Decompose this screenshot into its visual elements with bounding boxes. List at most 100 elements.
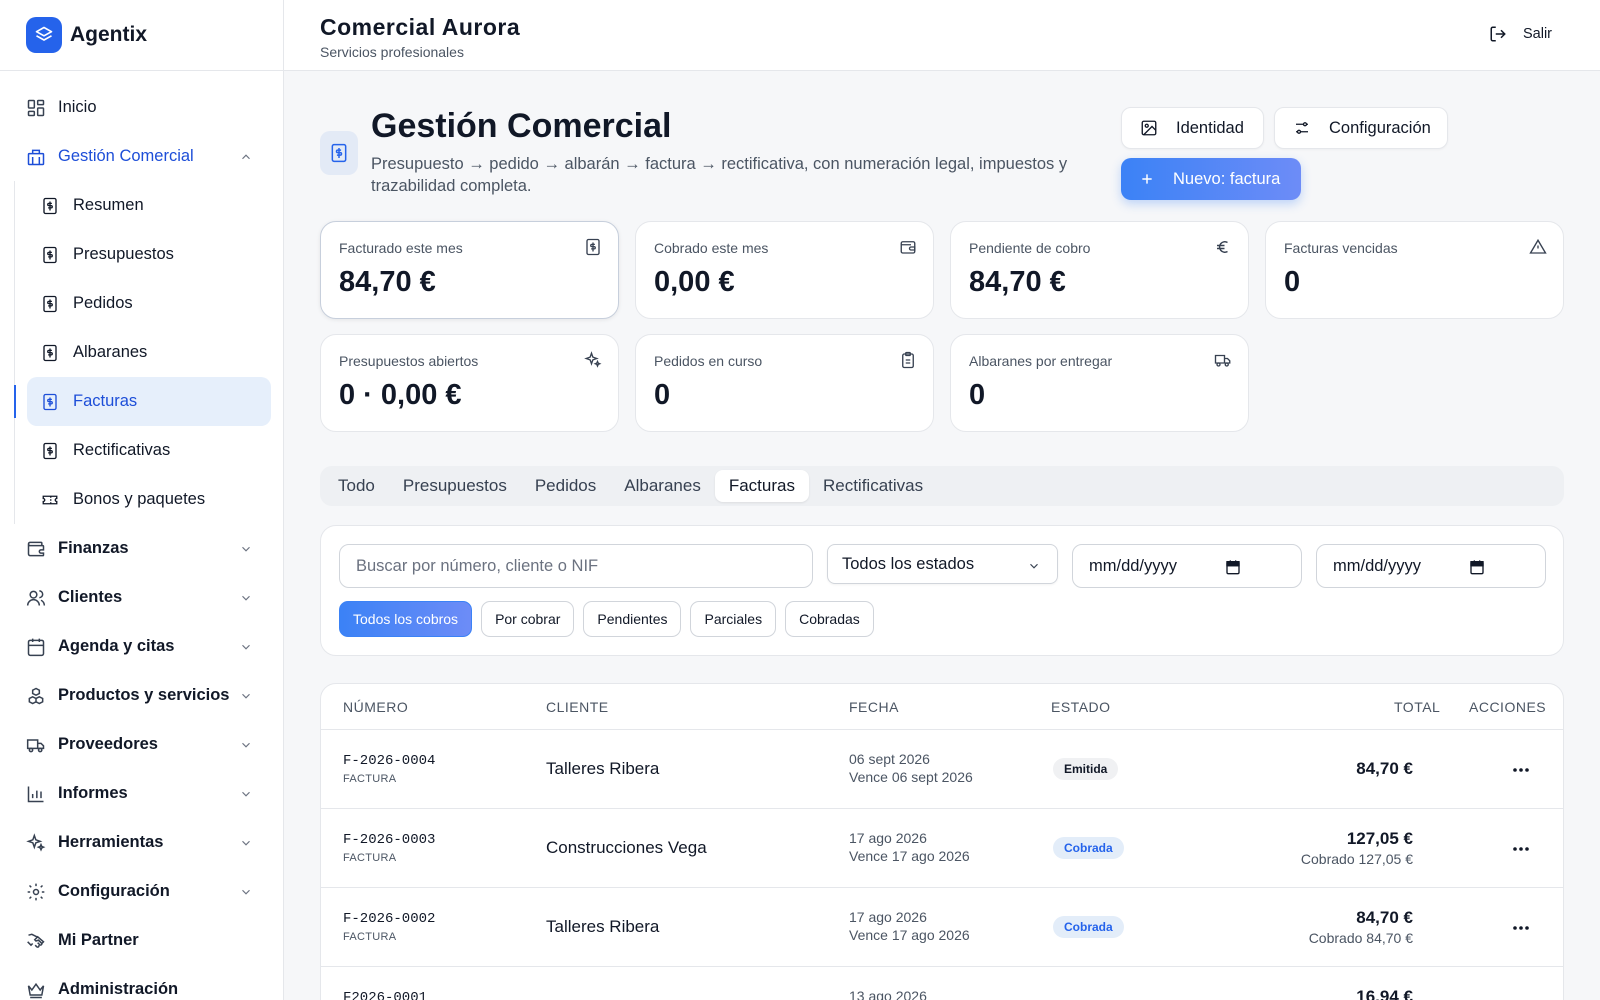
identity-button[interactable]: Identidad: [1121, 107, 1264, 149]
stat-card-presupuestos[interactable]: Presupuestos abiertos 0 · 0,00 €: [320, 334, 619, 432]
column-header-estado[interactable]: ESTADO: [1051, 699, 1111, 715]
truck-icon: [1214, 351, 1232, 369]
sidebar-item-mi-partner[interactable]: Mi Partner: [0, 916, 283, 965]
status-select[interactable]: Todos los estados: [827, 544, 1058, 584]
doc-total: 16,94 €: [1356, 987, 1413, 1000]
sidebar-item-proveedores[interactable]: Proveedores: [0, 720, 283, 769]
stat-value: 0: [969, 379, 986, 411]
chip-parciales[interactable]: Parciales: [690, 601, 777, 637]
sidebar-item-label: Rectificativas: [73, 441, 171, 459]
column-header-cliente[interactable]: CLIENTE: [546, 699, 609, 715]
sidebar-item-resumen[interactable]: Resumen: [27, 181, 271, 230]
sidebar-item-configuracion[interactable]: Configuración: [0, 867, 283, 916]
users-icon: [26, 588, 46, 608]
doc-number[interactable]: F-2026-0004: [343, 753, 435, 769]
table-row[interactable]: F-2026-0002 FACTURA Talleres Ribera 17 a…: [321, 888, 1563, 967]
date-to-value: mm/dd/yyyy: [1333, 556, 1422, 575]
sidebar-item-herramientas[interactable]: Herramientas: [0, 818, 283, 867]
tab-pedidos[interactable]: Pedidos: [521, 470, 610, 502]
date-from-input[interactable]: mm/dd/yyyy: [1072, 544, 1302, 588]
stat-label: Cobrado este mes: [654, 240, 769, 256]
sidebar-item-gestion-comercial[interactable]: Gestión Comercial: [0, 132, 283, 181]
chevron-down-icon: [239, 738, 253, 752]
chip-todos-cobros[interactable]: Todos los cobros: [339, 601, 473, 637]
document-tabs: Todo Presupuestos Pedidos Albaranes Fact…: [320, 466, 1564, 506]
sidebar-item-productos[interactable]: Productos y servicios: [0, 671, 283, 720]
doc-number[interactable]: F-2026-0003: [343, 832, 435, 848]
stat-card-cobrado[interactable]: Cobrado este mes 0,00 €: [635, 221, 934, 319]
doc-total: 84,70 €: [1356, 759, 1413, 778]
config-label: Configuración: [1329, 118, 1431, 137]
search-input[interactable]: [339, 544, 813, 588]
page-header: Gestión Comercial Presupuesto → pedido →…: [320, 71, 1564, 221]
chevron-down-icon: [239, 885, 253, 899]
wallet-icon: [899, 238, 917, 256]
tab-albaranes[interactable]: Albaranes: [610, 470, 715, 502]
table-row[interactable]: F2026-0001 13 ago 2026 16,94 €: [321, 967, 1563, 1000]
tab-rectificativas[interactable]: Rectificativas: [809, 470, 937, 502]
tab-todo[interactable]: Todo: [324, 470, 389, 502]
company-name: Comercial Aurora: [320, 14, 521, 40]
sidebar-item-label: Finanzas: [58, 539, 129, 557]
more-actions-button[interactable]: [1509, 760, 1533, 780]
invoice-icon: [41, 246, 59, 264]
sidebar-item-informes[interactable]: Informes: [0, 769, 283, 818]
chevron-down-icon: [239, 836, 253, 850]
more-actions-button[interactable]: [1509, 839, 1533, 859]
sidebar-item-facturas[interactable]: Facturas: [14, 377, 271, 426]
chevron-down-icon: [239, 542, 253, 556]
sidebar-item-presupuestos[interactable]: Presupuestos: [27, 230, 271, 279]
more-actions-button[interactable]: [1509, 918, 1533, 938]
tab-facturas[interactable]: Facturas: [714, 470, 809, 502]
chip-pendientes[interactable]: Pendientes: [583, 601, 682, 637]
doc-total: 127,05 €: [1346, 829, 1413, 848]
chevron-down-icon: [239, 787, 253, 801]
doc-client: Construcciones Vega: [546, 838, 707, 857]
stat-label: Albaranes por entregar: [969, 353, 1113, 369]
stat-card-pedidos[interactable]: Pedidos en curso 0: [635, 334, 934, 432]
sidebar-item-label: Clientes: [58, 588, 123, 606]
handshake-icon: [26, 931, 46, 951]
topbar: Comercial Aurora Servicios profesionales…: [284, 0, 1600, 71]
table-row[interactable]: F-2026-0004 FACTURA Talleres Ribera 06 s…: [321, 730, 1563, 809]
sidebar-item-administracion[interactable]: Administración: [0, 965, 283, 1000]
sidebar-item-bonos[interactable]: Bonos y paquetes: [27, 475, 271, 524]
sidebar-item-agenda[interactable]: Agenda y citas: [0, 622, 283, 671]
new-invoice-button[interactable]: Nuevo: factura: [1121, 158, 1301, 200]
column-header-total[interactable]: TOTAL: [1394, 699, 1440, 715]
identity-label: Identidad: [1176, 118, 1244, 137]
column-header-fecha[interactable]: FECHA: [849, 699, 899, 715]
stat-card-vencidas[interactable]: Facturas vencidas 0: [1265, 221, 1564, 319]
brand[interactable]: Agentix: [0, 0, 283, 71]
stat-card-facturado[interactable]: Facturado este mes 84,70 €: [320, 221, 619, 319]
stat-value: 0,00 €: [654, 266, 735, 298]
sidebar-item-rectificativas[interactable]: Rectificativas: [27, 426, 271, 475]
ticket-icon: [41, 491, 59, 509]
date-from-value: mm/dd/yyyy: [1089, 556, 1178, 575]
stat-value: 0: [654, 379, 671, 411]
doc-number[interactable]: F2026-0001: [343, 990, 427, 1000]
tab-presupuestos[interactable]: Presupuestos: [389, 470, 521, 502]
sliders-icon: [1293, 119, 1329, 137]
config-button[interactable]: Configuración: [1274, 107, 1448, 149]
table-row[interactable]: F-2026-0003 FACTURA Construcciones Vega …: [321, 809, 1563, 888]
sidebar-item-clientes[interactable]: Clientes: [0, 573, 283, 622]
plus-icon: [1139, 171, 1173, 187]
sidebar-item-finanzas[interactable]: Finanzas: [0, 524, 283, 573]
invoice-icon: [41, 197, 59, 215]
stat-card-pendiente[interactable]: Pendiente de cobro 84,70 €: [950, 221, 1249, 319]
sidebar-item-albaranes[interactable]: Albaranes: [27, 328, 271, 377]
new-invoice-label: Nuevo: factura: [1173, 169, 1281, 188]
stat-card-albaranes[interactable]: Albaranes por entregar 0: [950, 334, 1249, 432]
logout-button[interactable]: Salir: [1489, 25, 1552, 43]
column-header-numero[interactable]: NÚMERO: [343, 699, 408, 715]
sidebar-item-inicio[interactable]: Inicio: [0, 83, 283, 132]
sidebar-item-pedidos[interactable]: Pedidos: [27, 279, 271, 328]
doc-number[interactable]: F-2026-0002: [343, 911, 435, 927]
clipboard-icon: [899, 351, 917, 369]
date-to-input[interactable]: mm/dd/yyyy: [1316, 544, 1546, 588]
stat-label: Pendiente de cobro: [969, 240, 1091, 256]
chip-cobradas[interactable]: Cobradas: [785, 601, 874, 637]
chip-por-cobrar[interactable]: Por cobrar: [481, 601, 575, 637]
payment-filter-chips: Todos los cobros Por cobrar Pendientes P…: [339, 601, 883, 637]
